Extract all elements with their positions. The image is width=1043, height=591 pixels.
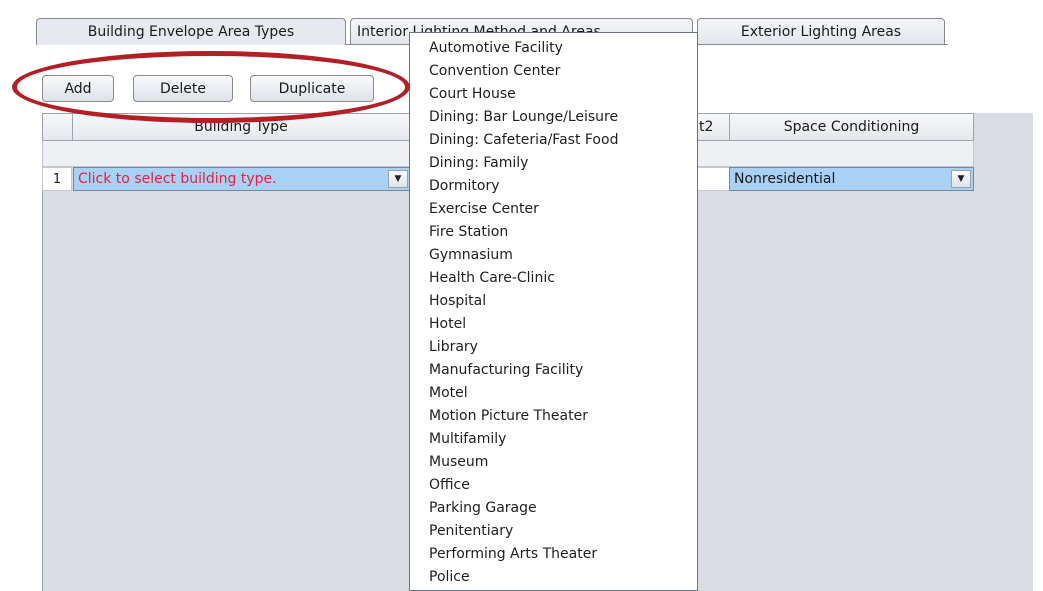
tab-exterior-lighting-areas[interactable]: Exterior Lighting Areas: [697, 18, 945, 44]
space-conditioning-value: Nonresidential: [734, 171, 836, 187]
chevron-down-icon[interactable]: ▼: [388, 170, 408, 188]
dropdown-option[interactable]: Motion Picture Theater: [410, 405, 697, 428]
duplicate-button[interactable]: Duplicate: [250, 75, 374, 102]
area-cell[interactable]: [696, 167, 730, 191]
dropdown-option[interactable]: Court House: [410, 83, 697, 106]
building-type-combo[interactable]: Click to select building type. ▼: [73, 167, 411, 191]
dropdown-option[interactable]: Police: [410, 566, 697, 589]
dropdown-option[interactable]: Penitentiary: [410, 520, 697, 543]
dropdown-option[interactable]: Convention Center: [410, 60, 697, 83]
tab-building-envelope-area-types[interactable]: Building Envelope Area Types: [36, 18, 346, 45]
chevron-down-icon[interactable]: ▼: [951, 170, 971, 188]
tab-label: Building Envelope Area Types: [87, 24, 295, 40]
dropdown-option[interactable]: Office: [410, 474, 697, 497]
dropdown-option[interactable]: Health Care-Clinic: [410, 267, 697, 290]
space-conditioning-header-label: Space Conditioning: [783, 119, 920, 135]
building-type-dropdown[interactable]: Automotive Facility Convention Center Co…: [409, 32, 698, 591]
add-button[interactable]: Add: [42, 75, 114, 102]
row-number-header: [42, 113, 73, 141]
dropdown-option[interactable]: Automotive Facility: [410, 37, 697, 60]
dropdown-option[interactable]: Dining: Bar Lounge/Leisure: [410, 106, 697, 129]
building-type-header-label: Building Type: [194, 119, 288, 135]
dropdown-option[interactable]: Manufacturing Facility: [410, 359, 697, 382]
area-column-header-label: t2: [699, 119, 714, 135]
space-conditioning-header[interactable]: Space Conditioning: [729, 113, 974, 141]
dropdown-option[interactable]: Motel: [410, 382, 697, 405]
building-type-placeholder: Click to select building type.: [78, 171, 277, 187]
dropdown-option[interactable]: Performing Arts Theater: [410, 543, 697, 566]
row-number: 1: [42, 167, 72, 191]
dropdown-option[interactable]: Gymnasium: [410, 244, 697, 267]
tab-label: Exterior Lighting Areas: [740, 23, 902, 40]
delete-button-label: Delete: [160, 80, 206, 97]
duplicate-button-label: Duplicate: [278, 80, 346, 97]
delete-button[interactable]: Delete: [133, 75, 233, 102]
space-conditioning-combo[interactable]: Nonresidential ▼: [729, 167, 974, 191]
table-row-blank: [696, 141, 974, 167]
building-type-header[interactable]: Building Type: [72, 113, 410, 141]
table-row-blank: [42, 141, 410, 167]
dropdown-option[interactable]: Dining: Family: [410, 152, 697, 175]
dropdown-option[interactable]: Dormitory: [410, 175, 697, 198]
dropdown-option[interactable]: Dining: Cafeteria/Fast Food: [410, 129, 697, 152]
dropdown-option[interactable]: Hotel: [410, 313, 697, 336]
dropdown-option[interactable]: Fire Station: [410, 221, 697, 244]
dropdown-option[interactable]: Multifamily: [410, 428, 697, 451]
dropdown-option[interactable]: Museum: [410, 451, 697, 474]
dropdown-option[interactable]: Library: [410, 336, 697, 359]
dropdown-option[interactable]: Exercise Center: [410, 198, 697, 221]
add-button-label: Add: [64, 80, 92, 97]
row-number-label: 1: [52, 171, 62, 187]
area-column-header[interactable]: t2: [696, 113, 730, 141]
dropdown-option[interactable]: Hospital: [410, 290, 697, 313]
dropdown-option[interactable]: Parking Garage: [410, 497, 697, 520]
